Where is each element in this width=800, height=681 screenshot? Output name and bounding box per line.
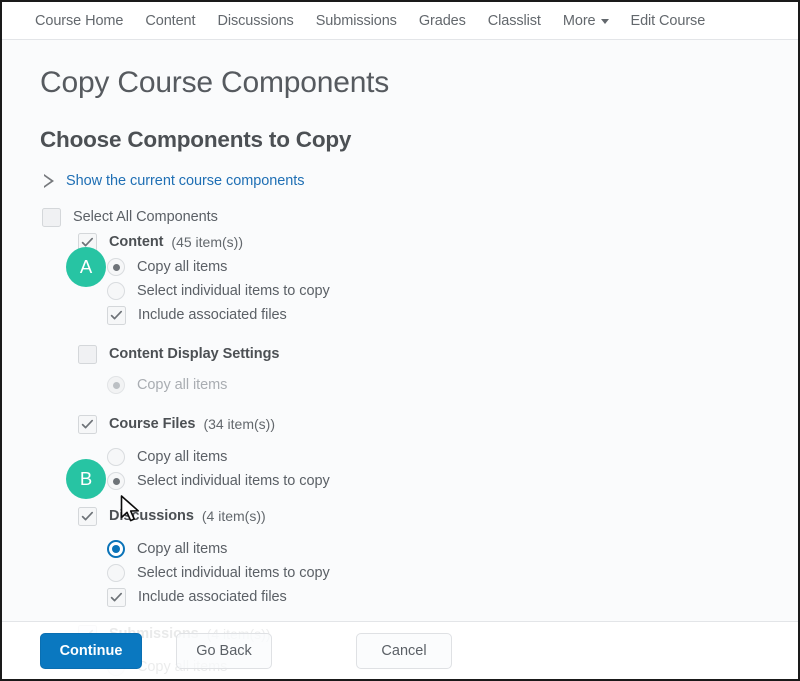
nav-item-submissions[interactable]: Submissions (305, 13, 408, 29)
row-course-files-copy-all[interactable]: Copy all items (40, 445, 798, 469)
nav-item-edit-course[interactable]: Edit Course (620, 13, 717, 29)
row-course-files-select-individual[interactable]: B Select individual items to copy (40, 459, 798, 499)
row-label: Include associated files (138, 307, 287, 323)
nav-item-label: Course Home (35, 12, 124, 29)
radio-content-select-individual[interactable] (107, 282, 125, 300)
checkbox-content-display-settings[interactable] (78, 344, 97, 364)
row-label: Discussions (109, 508, 194, 524)
nav-item-classlist[interactable]: Classlist (477, 13, 552, 29)
row-content-select-individual[interactable]: Select individual items to copy (40, 279, 798, 303)
row-label: Select individual items to copy (137, 283, 330, 299)
row-label: Content Display Settings (109, 346, 280, 362)
section-title: Choose Components to Copy (40, 127, 352, 152)
checkbox-discussions-include-files[interactable] (107, 587, 126, 607)
row-content-include-files[interactable]: Include associated files (40, 303, 798, 327)
row-discussions-include-files[interactable]: Include associated files (40, 585, 798, 609)
row-content-display-settings-copy-all: Copy all items (40, 373, 798, 397)
row-label: Include associated files (138, 589, 287, 605)
row-course-files[interactable]: Course Files (34 item(s)) (40, 411, 798, 437)
go-back-button[interactable]: Go Back (176, 632, 272, 669)
cancel-button[interactable]: Cancel (356, 632, 452, 669)
chevron-down-icon (600, 19, 609, 24)
browser-screenshot: Course Home Content Discussions Submissi… (0, 0, 800, 681)
row-label: Copy all items (137, 541, 228, 557)
row-label: Copy all items (137, 449, 228, 465)
nav-item-label: Submissions (315, 12, 397, 29)
nav-item-label: Discussions (217, 12, 294, 29)
row-label: Select All Components (73, 209, 218, 225)
callout-badge-b: B (66, 459, 106, 499)
nav-item-label: Content (145, 12, 196, 29)
action-footer: Continue Go Back Cancel (2, 621, 798, 679)
nav-item-course-home[interactable]: Course Home (35, 13, 134, 29)
row-label: Copy all items (137, 377, 228, 393)
show-current-course-components-link[interactable]: Show the current course components (2, 153, 798, 189)
show-components-label: Show the current course components (66, 173, 305, 189)
nav-item-content[interactable]: Content (134, 13, 206, 29)
checkbox-content-include-files[interactable] (107, 305, 126, 325)
callout-badge-a: A (66, 247, 106, 287)
checkbox-select-all[interactable] (42, 207, 61, 227)
row-count: (45 item(s)) (171, 234, 243, 250)
row-discussions-select-individual[interactable]: Select individual items to copy (40, 561, 798, 585)
row-label: Select individual items to copy (137, 473, 330, 489)
row-label: Copy all items (137, 259, 228, 275)
row-content-display-settings[interactable]: Content Display Settings (40, 341, 798, 367)
course-navbar: Course Home Content Discussions Submissi… (2, 2, 798, 40)
row-content[interactable]: Content (45 item(s)) (40, 229, 798, 255)
radio-course-files-select-individual[interactable] (107, 472, 125, 490)
row-content-copy-all[interactable]: A Copy all items (40, 247, 798, 287)
row-label: Course Files (109, 416, 196, 432)
row-count: (34 item(s)) (203, 416, 275, 432)
radio-course-files-copy-all[interactable] (107, 448, 125, 466)
nav-item-more[interactable]: More (552, 13, 620, 29)
nav-item-grades[interactable]: Grades (408, 13, 477, 29)
row-label: Content (109, 234, 164, 250)
nav-item-label: More (562, 12, 596, 29)
nav-item-label: Grades (418, 12, 466, 29)
nav-item-label: Edit Course (630, 12, 706, 29)
continue-button[interactable]: Continue (40, 632, 142, 669)
page-body: Copy Course Components Choose Components… (2, 40, 798, 679)
nav-item-label: Classlist (487, 12, 541, 29)
radio-content-display-settings-copy-all (107, 376, 125, 394)
row-label: Select individual items to copy (137, 565, 330, 581)
triangle-right-icon (44, 174, 55, 188)
page-title: Copy Course Components (40, 66, 390, 99)
radio-discussions-select-individual[interactable] (107, 564, 125, 582)
components-tree: Select All Components Content (45 item(s… (2, 189, 798, 679)
checkbox-discussions[interactable] (78, 506, 97, 526)
checkbox-course-files[interactable] (78, 414, 97, 434)
radio-discussions-copy-all[interactable] (107, 540, 125, 558)
row-count: (4 item(s)) (201, 508, 266, 524)
nav-item-discussions[interactable]: Discussions (206, 13, 304, 29)
row-discussions[interactable]: Discussions (4 item(s)) (40, 503, 798, 529)
row-select-all-components[interactable]: Select All Components (40, 205, 798, 229)
radio-content-copy-all[interactable] (107, 258, 125, 276)
row-discussions-copy-all[interactable]: Copy all items (40, 537, 798, 561)
